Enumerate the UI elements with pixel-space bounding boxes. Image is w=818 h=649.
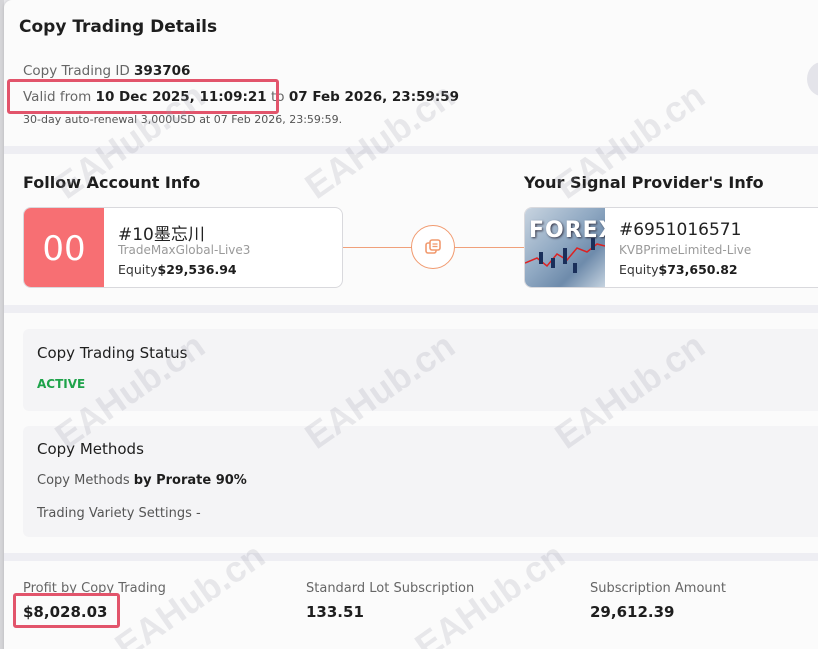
copy-method-label: Copy Methods [37, 473, 130, 488]
section-divider [4, 553, 818, 561]
copy-id-label: Copy Trading ID [23, 63, 130, 79]
equity-value: $73,650.82 [658, 262, 738, 277]
copy-link-icon [411, 225, 455, 269]
section-divider [4, 146, 818, 154]
subscription-amount-value: 29,612.39 [590, 603, 675, 621]
follow-account-server: TradeMaxGlobal-Live3 [118, 243, 251, 257]
copy-trading-details-dialog: Copy Trading Details Copy Trading ID 393… [4, 0, 818, 649]
provider-account-name: #6951016571 [619, 220, 742, 240]
status-badge: ACTIVE [37, 377, 86, 391]
trading-variety-row: Trading Variety Settings - [37, 506, 201, 521]
follow-account-avatar: 00 [24, 208, 104, 287]
copy-id-row: Copy Trading ID 393706 [23, 63, 190, 79]
copy-method-value: by Prorate 90% [133, 473, 247, 488]
provider-account-card[interactable]: FOREX #6951016571 KVBPrimeLimited-Live E… [524, 207, 818, 288]
provider-account-equity: Equity$73,650.82 [619, 262, 738, 277]
lot-subscription-label: Standard Lot Subscription [306, 581, 475, 596]
follow-account-name: #10墨忘川 [118, 225, 205, 245]
close-button[interactable] [807, 62, 818, 96]
provider-avatar-image: FOREX [525, 208, 605, 287]
equity-label: Equity [118, 262, 158, 277]
valid-from-highlight [7, 79, 279, 114]
renewal-note: 30-day auto-renewal 3,000USD at 07 Feb 2… [23, 113, 343, 126]
provider-account-server: KVBPrimeLimited-Live [619, 243, 752, 257]
copy-method-row: Copy Methods by Prorate 90% [37, 473, 247, 488]
section-divider [4, 305, 818, 313]
equity-value: $29,536.94 [157, 262, 237, 277]
trading-variety-label: Trading Variety Settings [37, 506, 192, 521]
provider-heading: Your Signal Provider's Info [524, 173, 764, 192]
copy-trading-status-box: Copy Trading Status ACTIVE [23, 329, 818, 411]
copy-methods-box: Copy Methods Copy Methods by Prorate 90%… [23, 426, 818, 537]
copy-id-value: 393706 [134, 63, 191, 79]
profit-highlight [13, 593, 120, 628]
status-title: Copy Trading Status [37, 344, 188, 362]
dialog-title: Copy Trading Details [19, 17, 218, 37]
trading-variety-value: - [196, 506, 201, 521]
valid-to-value: 07 Feb 2026, 23:59:59 [288, 89, 460, 105]
methods-title: Copy Methods [37, 440, 144, 458]
provider-avatar-text: FOREX [529, 218, 605, 243]
subscription-amount-label: Subscription Amount [590, 581, 726, 596]
equity-label: Equity [619, 262, 659, 277]
follow-account-card[interactable]: 00 #10墨忘川 TradeMaxGlobal-Live3 Equity$29… [23, 207, 343, 288]
follow-account-heading: Follow Account Info [23, 173, 201, 192]
lot-subscription-value: 133.51 [306, 603, 364, 621]
follow-account-equity: Equity$29,536.94 [118, 262, 237, 277]
